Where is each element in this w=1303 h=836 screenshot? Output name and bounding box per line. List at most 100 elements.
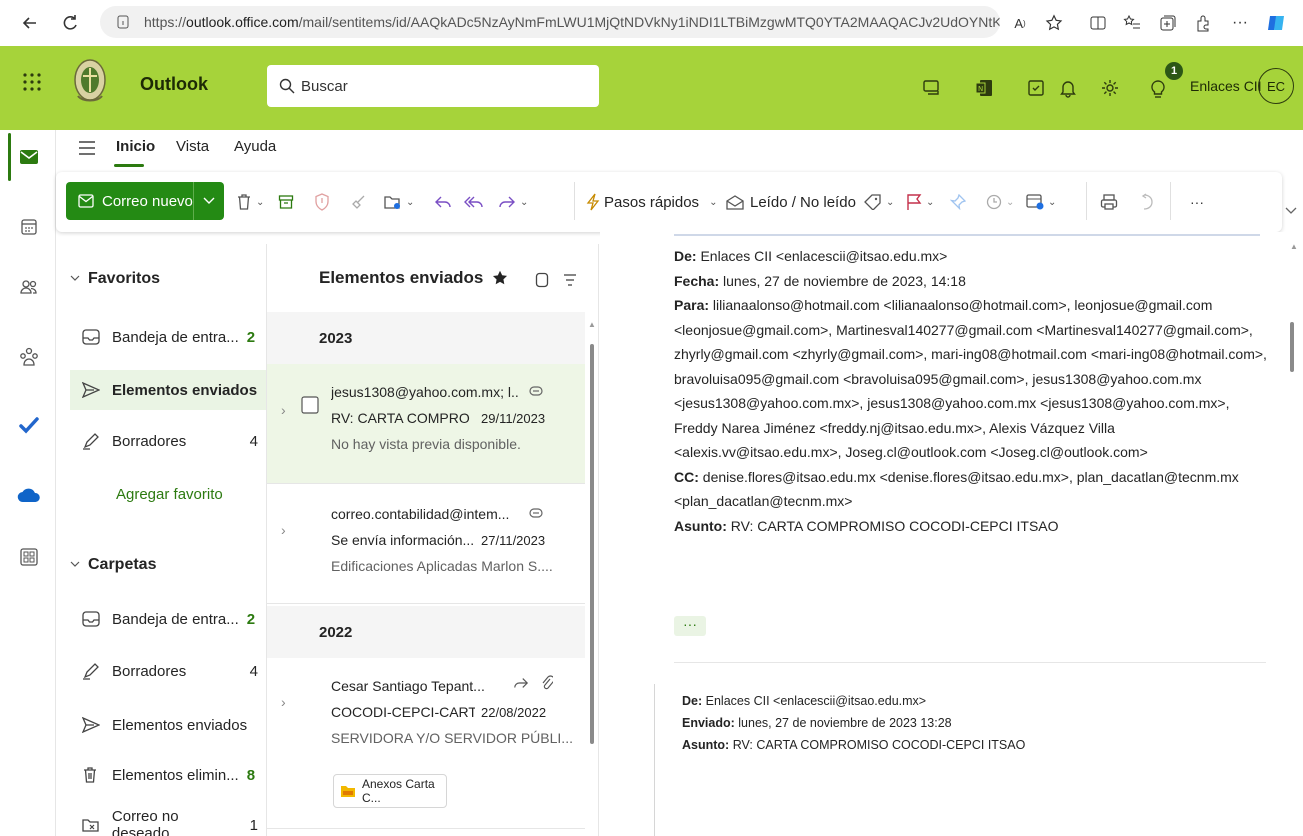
- chevron-right-icon[interactable]: ›: [281, 522, 286, 538]
- extensions-icon[interactable]: [1192, 11, 1216, 35]
- group-header-2022[interactable]: 2022: [267, 606, 585, 658]
- calendar-icon[interactable]: [16, 214, 42, 240]
- from-value-2[interactable]: Enlaces CII <enlacescii@itsao.edu.mx>: [706, 694, 926, 708]
- favorite-sent-items[interactable]: Elementos enviados: [82, 373, 258, 407]
- favorite-star-icon[interactable]: [491, 269, 509, 287]
- onedrive-cloud-icon[interactable]: [16, 482, 42, 508]
- favorite-star-icon[interactable]: [1042, 11, 1066, 35]
- more-options-button[interactable]: ···: [1190, 190, 1204, 214]
- attachment-name: Anexos Carta C...: [362, 777, 435, 805]
- envelope-icon: [78, 194, 94, 208]
- forward-icon[interactable]: ⌄: [498, 190, 528, 214]
- rail-active-indicator: [8, 133, 11, 181]
- groups-icon[interactable]: [16, 344, 42, 370]
- scroll-up-arrow-icon[interactable]: ▲: [1290, 242, 1298, 251]
- ribbon-expand-chevron-icon[interactable]: [1284, 206, 1298, 216]
- cc-value[interactable]: denise.flores@itsao.edu.mx <denise.flore…: [674, 469, 1239, 510]
- tag-icon[interactable]: ⌄: [864, 190, 894, 214]
- attachment-chip[interactable]: Anexos Carta C...: [333, 774, 447, 808]
- reading-pane-scrollbar[interactable]: [1290, 322, 1294, 372]
- copilot-icon[interactable]: [1264, 11, 1288, 35]
- folder-inbox[interactable]: Bandeja de entra... 2: [82, 602, 258, 636]
- sweep-icon[interactable]: [350, 190, 366, 214]
- outlook-header: Outlook Buscar N 1 Enlaces CII EC: [0, 46, 1303, 130]
- user-name[interactable]: Enlaces CII: [1190, 78, 1262, 94]
- favorite-drafts-count: 4: [249, 432, 258, 450]
- from-value[interactable]: Enlaces CII <enlacescii@itsao.edu.mx>: [700, 248, 947, 264]
- folder-junk[interactable]: Correo no deseado 1: [82, 808, 258, 836]
- more-apps-icon[interactable]: [16, 544, 42, 570]
- refresh-icon[interactable]: [58, 11, 82, 35]
- favorites-section-toggle[interactable]: Favoritos: [70, 270, 160, 288]
- app-rail: [0, 130, 56, 836]
- group-header-2023[interactable]: 2023: [267, 312, 585, 364]
- teams-chat-icon[interactable]: [922, 78, 944, 100]
- report-shield-icon[interactable]: [314, 190, 330, 214]
- app-launcher-icon[interactable]: [20, 70, 44, 94]
- tab-vista[interactable]: Vista: [176, 138, 209, 155]
- scroll-up-arrow-icon[interactable]: ▲: [588, 320, 596, 329]
- new-mail-dropdown-icon[interactable]: [194, 197, 224, 205]
- sent-value: lunes, 27 de noviembre de 2023 13:28: [738, 716, 952, 730]
- folders-heading: Carpetas: [88, 556, 157, 573]
- chevron-right-icon[interactable]: ›: [281, 402, 286, 418]
- back-icon[interactable]: [18, 11, 42, 35]
- snooze-clock-icon[interactable]: ⌄: [986, 190, 1014, 214]
- favorite-inbox[interactable]: Bandeja de entra... 2: [82, 320, 258, 354]
- archive-icon[interactable]: [278, 190, 294, 214]
- search-box[interactable]: Buscar: [267, 65, 599, 107]
- list-item[interactable]: › Cesar Santiago Tepant... COCODI-CEPCI-…: [267, 658, 585, 836]
- show-more-ellipsis-button[interactable]: ···: [674, 616, 706, 636]
- url-prefix: https://: [144, 14, 187, 30]
- reply-all-icon[interactable]: [464, 190, 484, 214]
- read-unread-button[interactable]: Leído / No leído: [726, 190, 856, 214]
- folders-section-toggle[interactable]: Carpetas: [70, 556, 156, 574]
- delete-icon[interactable]: ⌄: [236, 190, 264, 214]
- favorite-drafts[interactable]: Borradores 4: [82, 424, 258, 458]
- undo-icon[interactable]: [1138, 190, 1154, 214]
- quick-steps-button[interactable]: Pasos rápidos ⌄: [586, 190, 717, 214]
- move-to-folder-icon[interactable]: ⌄: [384, 190, 414, 214]
- print-icon[interactable]: [1100, 190, 1118, 214]
- my-day-icon[interactable]: [1026, 78, 1048, 100]
- onenote-icon[interactable]: N: [974, 78, 996, 100]
- notifications-bell-icon[interactable]: [1058, 78, 1080, 100]
- tips-lightbulb-icon[interactable]: [1148, 78, 1170, 100]
- to-value[interactable]: lilianaalonso@hotmail.com <lilianaalonso…: [674, 297, 1267, 460]
- reply-icon[interactable]: [434, 190, 452, 214]
- junk-folder-icon: [82, 817, 104, 833]
- read-aloud-icon[interactable]: A): [1008, 11, 1032, 35]
- folder-sent-items[interactable]: Elementos enviados: [82, 708, 258, 742]
- chevron-right-icon[interactable]: ›: [281, 694, 286, 710]
- hamburger-menu-icon[interactable]: [78, 140, 96, 156]
- favorite-sent-label: Elementos enviados: [112, 381, 258, 399]
- split-screen-icon[interactable]: [1086, 11, 1110, 35]
- tab-inicio[interactable]: Inicio: [116, 138, 155, 155]
- favorites-icon[interactable]: [1120, 11, 1144, 35]
- pin-icon[interactable]: [950, 190, 966, 214]
- site-info-icon[interactable]: [116, 14, 130, 30]
- message-list-scrollbar[interactable]: [590, 344, 594, 744]
- tab-ayuda[interactable]: Ayuda: [234, 138, 276, 155]
- settings-gear-icon[interactable]: [1100, 78, 1122, 100]
- mail-icon[interactable]: [16, 144, 42, 170]
- select-checkbox[interactable]: [301, 396, 319, 414]
- list-item[interactable]: › correo.contabilidad@intem... Se envía …: [267, 484, 585, 604]
- select-mode-icon[interactable]: [535, 272, 549, 288]
- collections-icon[interactable]: [1156, 11, 1180, 35]
- avatar[interactable]: EC: [1258, 68, 1294, 104]
- add-favorite-link[interactable]: Agregar favorito: [116, 486, 223, 503]
- people-icon[interactable]: [16, 274, 42, 300]
- rules-icon[interactable]: ⌄: [1026, 190, 1056, 214]
- quick-steps-dropdown-icon[interactable]: ⌄: [709, 197, 717, 208]
- folder-deleted-items[interactable]: Elementos elimin... 8: [82, 758, 258, 792]
- todo-check-icon[interactable]: [16, 412, 42, 438]
- filter-icon[interactable]: [563, 274, 577, 286]
- list-item[interactable]: › jesus1308@yahoo.com.mx; l... RV: CARTA…: [267, 364, 585, 484]
- new-mail-button[interactable]: Correo nuevo: [66, 182, 224, 220]
- message-preview: Edificaciones Aplicadas Marlon S....: [331, 558, 553, 574]
- address-bar[interactable]: https://outlook.office.com/mail/sentitem…: [100, 6, 1000, 38]
- flag-icon[interactable]: ⌄: [906, 190, 934, 214]
- more-browser-icon[interactable]: ···: [1228, 11, 1252, 35]
- folder-drafts[interactable]: Borradores 4: [82, 654, 258, 688]
